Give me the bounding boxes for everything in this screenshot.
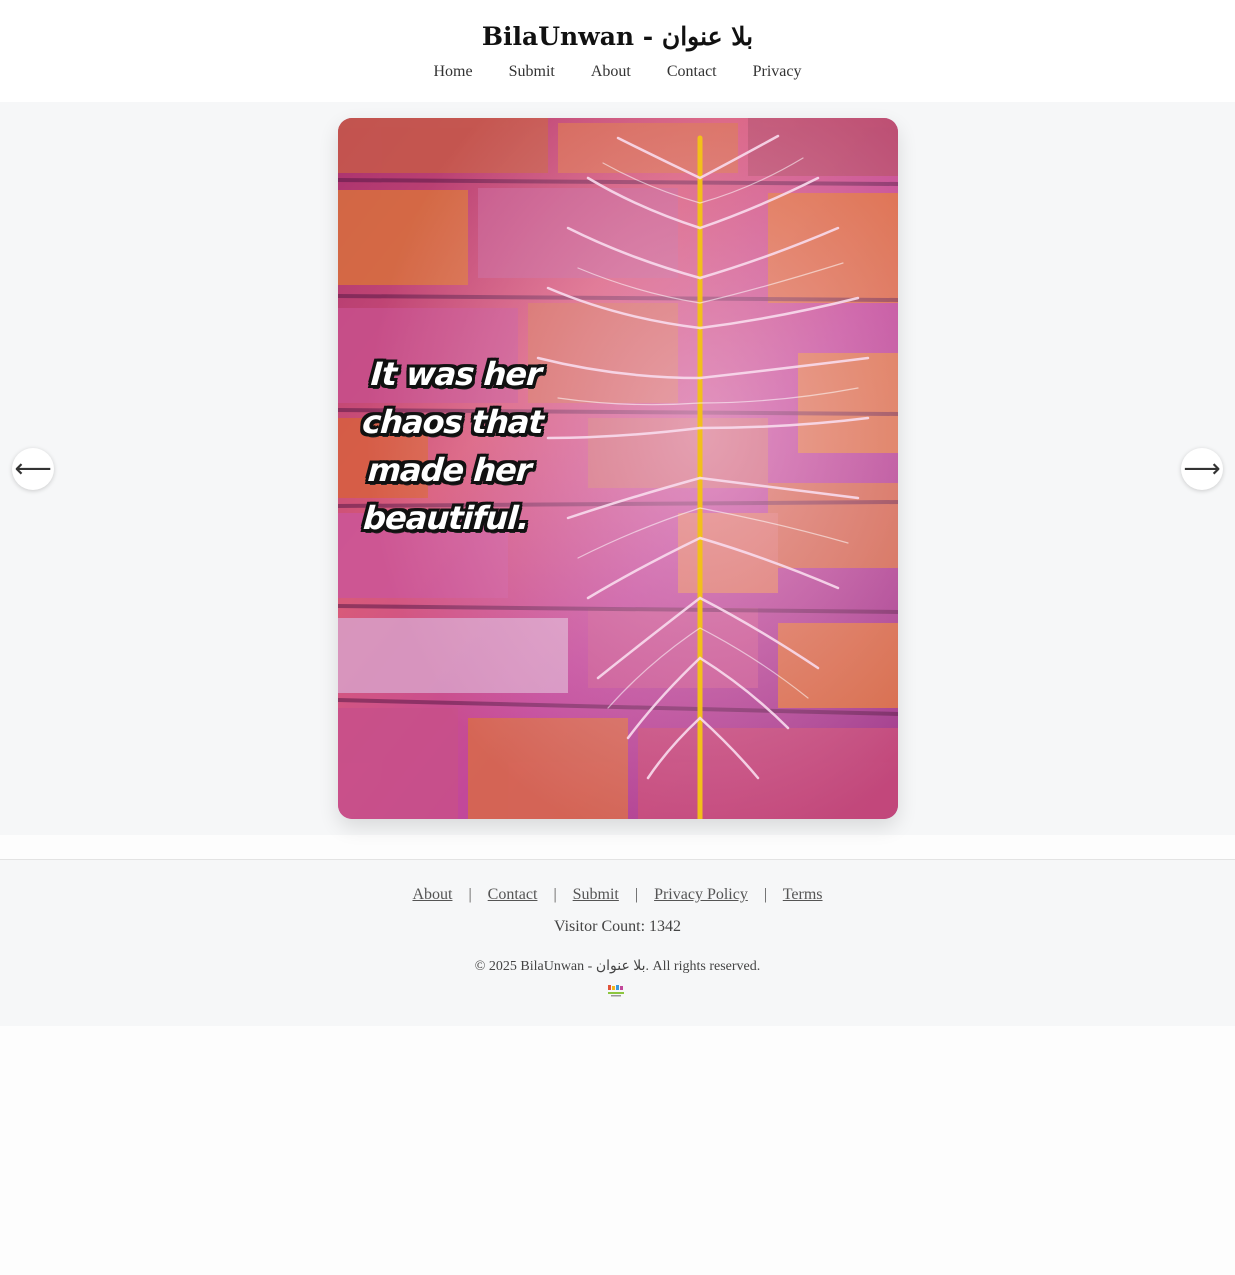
nav-about[interactable]: About <box>591 63 631 81</box>
site-footer: About | Contact | Submit | Privacy Polic… <box>0 859 1235 1026</box>
footer-separator: | <box>553 886 557 903</box>
image-carousel: ⟵ It was her chaos that made her beautif… <box>0 102 1235 835</box>
nav-privacy[interactable]: Privacy <box>753 63 802 81</box>
main-nav: Home Submit About Contact Privacy <box>0 63 1235 81</box>
nav-submit[interactable]: Submit <box>509 63 555 81</box>
arrow-left-icon[interactable]: ⟵ <box>12 448 54 490</box>
visitor-count: Visitor Count: 1342 <box>553 918 682 935</box>
footer-links: About | Contact | Submit | Privacy Polic… <box>0 886 1235 904</box>
next-arrow-glyph: ⟶ <box>1183 454 1221 484</box>
footer-link-terms[interactable]: Terms <box>783 886 823 903</box>
footer-link-privacy-policy[interactable]: Privacy Policy <box>654 886 748 903</box>
footer-logo-icon <box>608 985 624 997</box>
site-header: BilaUnwan - بلا عنوان Home Submit About … <box>0 0 1235 102</box>
poster-quote-text: It was her chaos that made her beautiful… <box>361 355 545 537</box>
footer-separator: | <box>468 886 472 903</box>
prev-arrow-glyph: ⟵ <box>14 454 52 484</box>
copyright-text: © 2025 BilaUnwan - بلا عنوان. All rights… <box>474 959 761 974</box>
footer-link-contact[interactable]: Contact <box>488 886 538 903</box>
footer-link-submit[interactable]: Submit <box>573 886 619 903</box>
nav-home[interactable]: Home <box>434 63 473 81</box>
arrow-right-icon[interactable]: ⟶ <box>1181 448 1223 490</box>
footer-link-about[interactable]: About <box>412 886 452 903</box>
nav-contact[interactable]: Contact <box>667 63 717 81</box>
footer-separator: | <box>763 886 768 903</box>
quote-poster-image: It was her chaos that made her beautiful… <box>338 118 898 819</box>
site-title[interactable]: BilaUnwan - بلا عنوان <box>0 22 1235 51</box>
footer-separator: | <box>634 886 639 903</box>
